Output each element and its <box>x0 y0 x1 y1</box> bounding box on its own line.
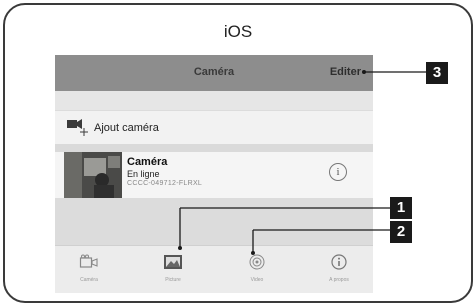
callout-3: 3 <box>426 62 448 84</box>
callout-2: 2 <box>390 221 412 243</box>
callout-lines <box>178 70 426 255</box>
callout-1: 1 <box>390 197 412 219</box>
